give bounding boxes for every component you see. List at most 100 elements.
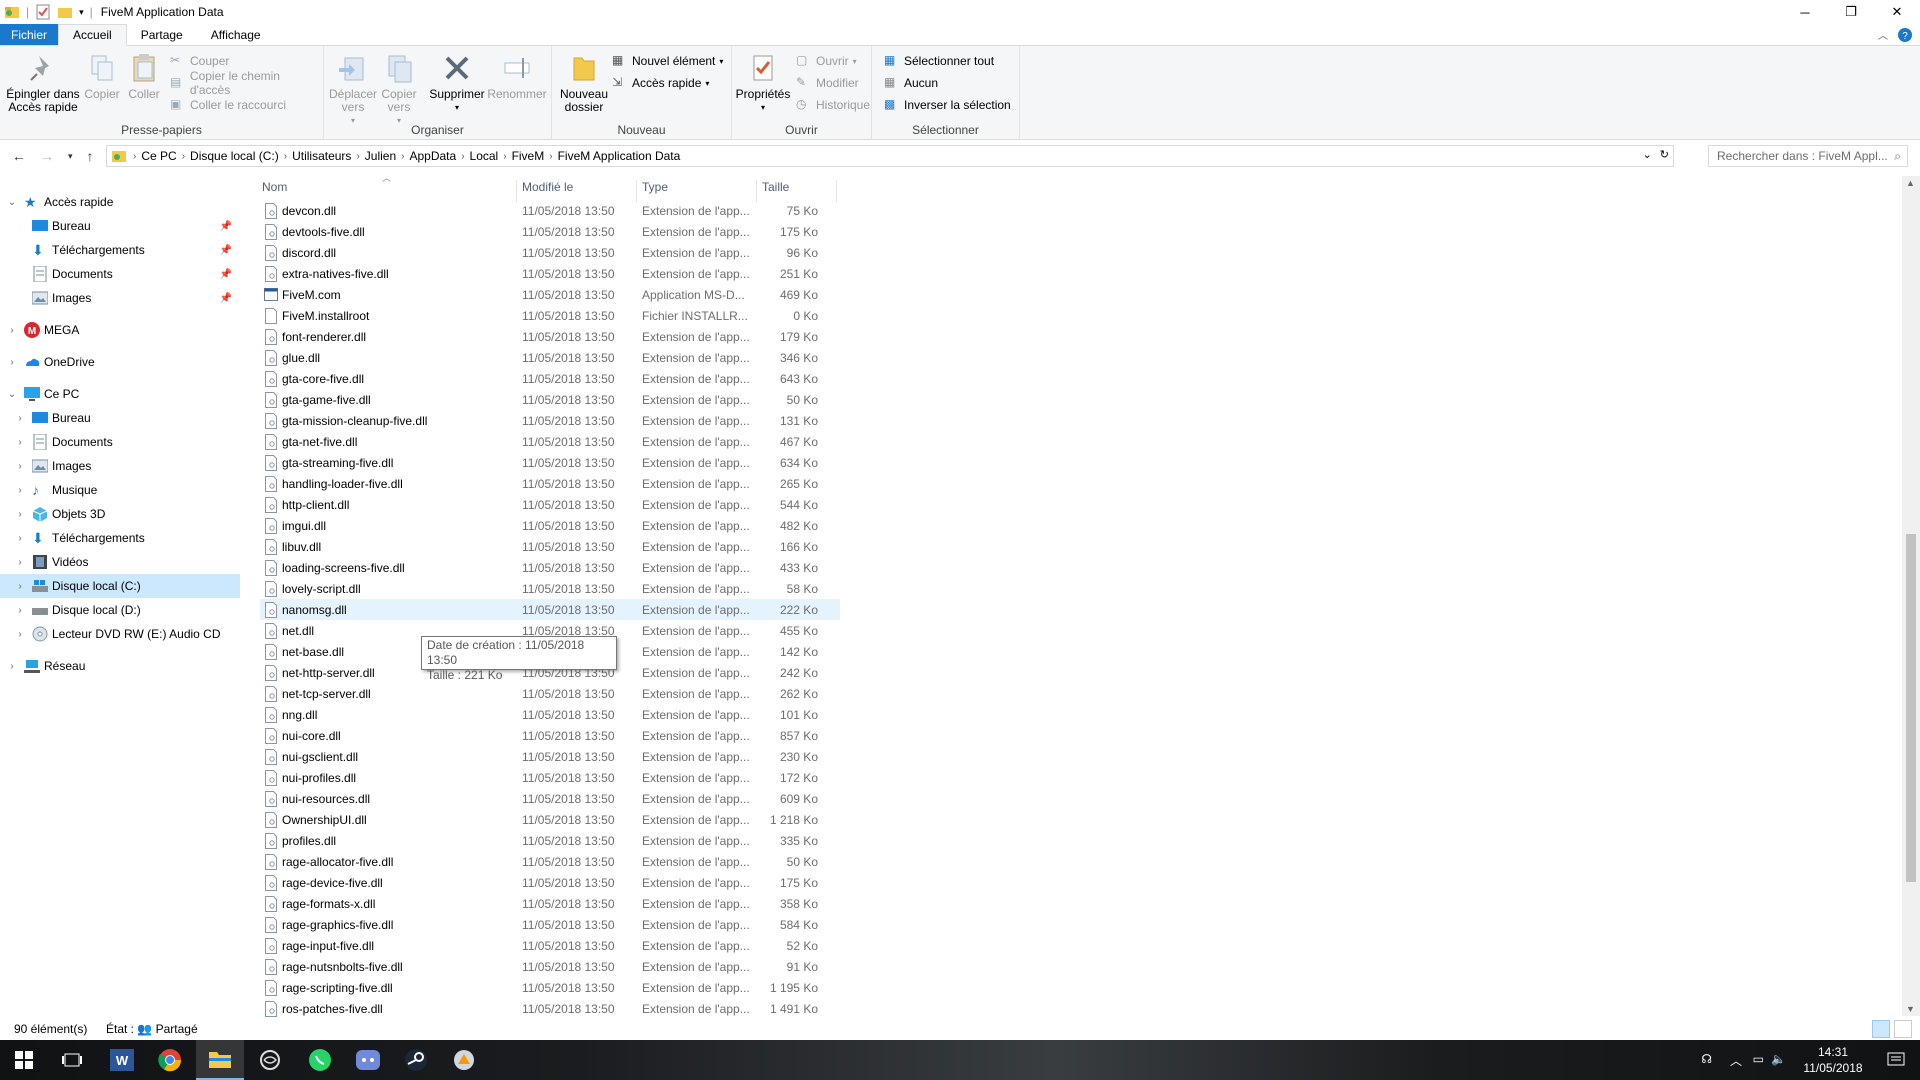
chevron-right-icon[interactable]: › bbox=[14, 413, 26, 424]
file-row[interactable]: devcon.dll 11/05/2018 13:50 Extension de l… bbox=[260, 200, 840, 221]
file-row[interactable]: gta-streaming-five.dll 11/05/2018 13:50 Ex… bbox=[260, 452, 840, 473]
nav-pc-bureau[interactable]: › Bureau bbox=[0, 406, 240, 430]
file-row[interactable]: gta-net-five.dll 11/05/2018 13:50 Extensio… bbox=[260, 431, 840, 452]
task-view-button[interactable] bbox=[48, 1040, 96, 1080]
chevron-right-icon[interactable]: › bbox=[14, 533, 26, 544]
people-icon[interactable]: ☊ bbox=[1701, 1052, 1712, 1066]
breadcrumb-fivem-application-data[interactable]: FiveM Application Data bbox=[553, 149, 686, 163]
network-tray-icon[interactable]: ▭ bbox=[1753, 1052, 1764, 1066]
back-arrow-icon[interactable]: ← bbox=[12, 148, 26, 164]
chevron-right-icon[interactable]: › bbox=[14, 557, 26, 568]
breadcrumb-fivem[interactable]: FiveM bbox=[507, 149, 550, 163]
copy-to-button[interactable]: Copier vers ▾ bbox=[378, 52, 420, 127]
taskbar-clock[interactable]: 14:31 11/05/2018 bbox=[1798, 1044, 1868, 1076]
restore-button[interactable]: ❐ bbox=[1828, 0, 1874, 24]
easy-access-button[interactable]: ⇲ Accès rapide ▾ bbox=[612, 73, 709, 93]
file-row[interactable]: profiles.dll 11/05/2018 13:50 Extension de… bbox=[260, 830, 840, 851]
file-row[interactable]: discord.dll 11/05/2018 13:50 Extension de … bbox=[260, 242, 840, 263]
new-folder-quick-icon[interactable] bbox=[57, 4, 73, 20]
breadcrumb-utilisateurs[interactable]: Utilisateurs bbox=[287, 149, 356, 163]
file-row[interactable]: rage-allocator-five.dll 11/05/2018 13:50 E… bbox=[260, 851, 840, 872]
chevron-right-icon[interactable]: › bbox=[14, 509, 26, 520]
nav-ce-pc[interactable]: ⌄ Ce PC bbox=[0, 382, 240, 406]
tab-accueil[interactable]: Accueil bbox=[58, 24, 127, 46]
copy-button[interactable]: Copier bbox=[82, 52, 122, 101]
taskbar-steam[interactable] bbox=[392, 1040, 440, 1080]
column-header-type[interactable]: Type bbox=[642, 180, 668, 194]
column-header-size[interactable]: Taille bbox=[762, 180, 789, 194]
edit-button[interactable]: ✎ Modifier bbox=[796, 73, 859, 93]
taskbar-file-explorer[interactable] bbox=[196, 1040, 244, 1080]
properties-button[interactable]: Propriétés ▾ bbox=[734, 52, 792, 114]
nav-pc-telechargements[interactable]: › ⬇ Téléchargements bbox=[0, 526, 240, 550]
file-row[interactable]: ros-patches-five.dll 11/05/2018 13:50 Exte… bbox=[260, 998, 840, 1019]
file-row[interactable]: imgui.dll 11/05/2018 13:50 Extension de l'… bbox=[260, 515, 840, 536]
taskbar-word[interactable]: W bbox=[98, 1040, 146, 1080]
file-row[interactable]: FiveM.installroot 11/05/2018 13:50 Fichier… bbox=[260, 305, 840, 326]
tab-fichier[interactable]: Fichier bbox=[0, 24, 59, 45]
nav-pc-musique[interactable]: › ♪ Musique bbox=[0, 478, 240, 502]
forward-arrow-icon[interactable]: → bbox=[40, 148, 54, 164]
volume-icon[interactable]: 🔈 bbox=[1771, 1052, 1786, 1066]
pin-quick-access-button[interactable]: Épingler dans Accès rapide bbox=[6, 52, 80, 114]
file-row[interactable]: font-renderer.dll 11/05/2018 13:50 Extensi… bbox=[260, 326, 840, 347]
help-icon[interactable]: ? bbox=[1898, 27, 1912, 42]
vertical-scrollbar[interactable]: ▲ ▼ bbox=[1902, 176, 1920, 1016]
search-input[interactable]: Rechercher dans : FiveM Appl... ⌕ bbox=[1708, 145, 1908, 167]
file-row[interactable]: gta-core-five.dll 11/05/2018 13:50 Extensi… bbox=[260, 368, 840, 389]
invert-selection-button[interactable]: ▩ Inverser la sélection bbox=[884, 95, 1011, 115]
column-divider[interactable] bbox=[636, 180, 637, 202]
select-none-button[interactable]: ▦ Aucun bbox=[884, 73, 938, 93]
move-to-button[interactable]: Déplacer vers ▾ bbox=[329, 52, 377, 127]
column-divider[interactable] bbox=[756, 180, 757, 202]
file-row[interactable]: rage-graphics-five.dll 11/05/2018 13:50 Ex… bbox=[260, 914, 840, 935]
pin-icon[interactable]: 📌 bbox=[220, 221, 232, 232]
nav-quick-images[interactable]: Images 📌 bbox=[0, 286, 240, 310]
close-button[interactable]: ✕ bbox=[1874, 0, 1920, 24]
chevron-down-icon[interactable]: ⌄ bbox=[6, 389, 18, 400]
nav-quick-bureau[interactable]: Bureau 📌 bbox=[0, 214, 240, 238]
file-row[interactable]: nanomsg.dll 11/05/2018 13:50 Extension de … bbox=[260, 599, 840, 620]
refresh-icon[interactable]: ↻ bbox=[1660, 148, 1669, 161]
nav-quick-telechargements[interactable]: ⬇ Téléchargements 📌 bbox=[0, 238, 240, 262]
recent-locations-icon[interactable]: ▾ bbox=[68, 151, 73, 162]
scrollbar-thumb[interactable] bbox=[1906, 534, 1916, 882]
file-row[interactable]: libuv.dll 11/05/2018 13:50 Extension de l'… bbox=[260, 536, 840, 557]
nav-onedrive[interactable]: › OneDrive bbox=[0, 350, 240, 374]
file-row[interactable]: lovely-script.dll 11/05/2018 13:50 Extensi… bbox=[260, 578, 840, 599]
rename-button[interactable]: Renommer bbox=[487, 52, 547, 101]
file-row[interactable]: nui-core.dll 11/05/2018 13:50 Extension de… bbox=[260, 725, 840, 746]
scroll-up-icon[interactable]: ▲ bbox=[1906, 178, 1915, 188]
chevron-right-icon[interactable]: › bbox=[6, 357, 18, 368]
taskbar-whatsapp[interactable] bbox=[296, 1040, 344, 1080]
file-row[interactable]: nui-gsclient.dll 11/05/2018 13:50 Extensio… bbox=[260, 746, 840, 767]
file-row[interactable]: extra-natives-five.dll 11/05/2018 13:50 Ex… bbox=[260, 263, 840, 284]
file-row[interactable]: FiveM.com 11/05/2018 13:50 Application MS-… bbox=[260, 284, 840, 305]
column-header-name[interactable]: Nom bbox=[262, 180, 287, 194]
column-divider[interactable] bbox=[836, 180, 837, 202]
large-icons-view-button[interactable] bbox=[1894, 1020, 1912, 1038]
nav-pc-dvd[interactable]: › Lecteur DVD RW (E:) Audio CD bbox=[0, 622, 240, 646]
taskbar-chrome[interactable] bbox=[146, 1040, 194, 1080]
file-row[interactable]: rage-nutsnbolts-five.dll 11/05/2018 13:50… bbox=[260, 956, 840, 977]
select-all-button[interactable]: ▦ Sélectionner tout bbox=[884, 51, 994, 71]
nav-pc-images[interactable]: › Images bbox=[0, 454, 240, 478]
nav-pc-objets-3d[interactable]: › Objets 3D bbox=[0, 502, 240, 526]
file-row[interactable]: glue.dll 11/05/2018 13:50 Extension de l'a… bbox=[260, 347, 840, 368]
taskbar-discord[interactable] bbox=[344, 1040, 392, 1080]
nav-pc-documents[interactable]: › Documents bbox=[0, 430, 240, 454]
nav-quick-documents[interactable]: Documents 📌 bbox=[0, 262, 240, 286]
file-row[interactable]: rage-device-five.dll 11/05/2018 13:50 Exte… bbox=[260, 872, 840, 893]
cut-button[interactable]: ✂ Couper bbox=[170, 51, 229, 71]
breadcrumb-local[interactable]: Local bbox=[465, 149, 504, 163]
nav-pc-videos[interactable]: › Vidéos bbox=[0, 550, 240, 574]
file-row[interactable]: loading-screens-five.dll 11/05/2018 13:50… bbox=[260, 557, 840, 578]
chevron-right-icon[interactable]: › bbox=[14, 581, 26, 592]
file-row[interactable]: nng.dll 11/05/2018 13:50 Extension de l'ap… bbox=[260, 704, 840, 725]
file-row[interactable]: OwnershipUI.dll 11/05/2018 13:50 Extension… bbox=[260, 809, 840, 830]
address-dropdown-icon[interactable]: ⌄ bbox=[1643, 148, 1652, 161]
tab-affichage[interactable]: Affichage bbox=[197, 24, 275, 45]
nav-mega[interactable]: › M MEGA bbox=[0, 318, 240, 342]
tab-partage[interactable]: Partage bbox=[127, 24, 197, 45]
breadcrumb-disque-c[interactable]: Disque local (C:) bbox=[185, 149, 284, 163]
